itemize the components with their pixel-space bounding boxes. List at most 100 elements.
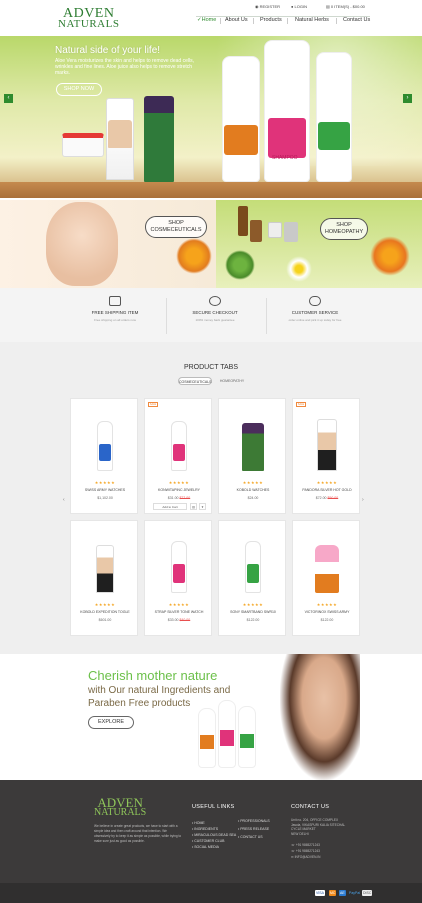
compare-icon[interactable]: ▥: [190, 503, 197, 510]
product-price: $1,102.00: [97, 496, 113, 500]
product-name[interactable]: PANDORA SILVER HOT GOLD: [293, 488, 361, 492]
bottle-label: [240, 734, 254, 748]
feature-customer-service: CUSTOMER SERVICE order online and pick it…: [265, 296, 365, 322]
slider-next-arrow[interactable]: ›: [403, 94, 412, 103]
flower-image: [176, 238, 212, 274]
footer-link-press-release[interactable]: • PRESS RELEASE: [238, 827, 269, 831]
tab-cosmeceuticals[interactable]: COSMECEUTICALS: [178, 377, 212, 385]
banner-title: Cherish mother nature: [88, 668, 218, 683]
shop-cosmeceuticals-label[interactable]: SHOP COSMECEUTICALS: [145, 216, 207, 238]
product-name[interactable]: SWISS ARMY WATCHES: [71, 488, 139, 492]
rating-stars: ★★★★★: [168, 602, 190, 607]
mastercard-icon: MC: [329, 890, 337, 896]
carousel-next-icon[interactable]: ›: [362, 497, 368, 503]
product-image[interactable]: [71, 399, 139, 477]
nav-about[interactable]: About Us: [225, 17, 248, 23]
footer-link-home[interactable]: • HOME: [192, 821, 205, 825]
nav-home[interactable]: ✓Home: [197, 17, 216, 23]
cart-link[interactable]: ▤ 0 ITEM(S) - $00.00: [326, 4, 365, 9]
product-label: [173, 564, 185, 583]
add-to-cart-button[interactable]: Add to Cart: [153, 503, 187, 510]
product-card[interactable]: SALE ★★★★★ KONWITAPINC JEWELRY $31.00 $72.0…: [144, 398, 212, 514]
rating-stars: ★★★★★: [242, 602, 264, 607]
rating-stars: ★★★★★: [242, 480, 264, 485]
product-card[interactable]: ★★★★★ SWISS ARMY WATCHES $1,102.00: [70, 398, 138, 514]
product-name[interactable]: STRAP SILVER TONE WATCH: [145, 610, 213, 614]
product-image[interactable]: [219, 521, 287, 599]
product-name[interactable]: KONWITAPINC JEWELRY: [145, 488, 213, 492]
product-card[interactable]: ★★★★★ KOBOLD WATCHES $24.00: [218, 398, 286, 514]
footer-link-social-media[interactable]: • SOCIAL MEDIA: [192, 845, 219, 849]
hero-title: Natural side of your life!: [55, 45, 161, 56]
slider-prev-arrow[interactable]: ‹: [4, 94, 13, 103]
rating-stars: ★★★★★: [94, 602, 116, 607]
woman-face-image: [46, 202, 118, 286]
product-card[interactable]: ★★★★★ STRAP SILVER TONE WATCH $33.00 $40.0…: [144, 520, 212, 636]
product-card[interactable]: ★★★★★ KOBOLD EXPEDITION TOGLE $601.00: [70, 520, 138, 636]
product-name[interactable]: VICTORINOX SWISS ARMY: [293, 610, 361, 614]
sale-badge: SALE: [148, 402, 158, 407]
sale-badge: SALE: [296, 402, 306, 407]
product-tube: [242, 423, 264, 471]
footer-about: We believe in create great products, we …: [94, 824, 182, 843]
wishlist-icon[interactable]: ♥: [199, 503, 206, 510]
product-card[interactable]: ★★★★★ SONY SMARTBAND SWR10 $122.00: [218, 520, 286, 636]
footer-link-dead-sea[interactable]: • MIRACULOUS DEAD SEA: [192, 833, 236, 837]
shampoo-bottle-image: [222, 56, 260, 182]
bottle-label: [268, 118, 306, 158]
cream-jar-image: [62, 133, 104, 157]
product-tube: [317, 419, 337, 471]
wood-surface: [0, 182, 422, 198]
discover-icon: DISC: [362, 890, 373, 896]
footer-email[interactable]: ✉ INFO@ADVEN.IN: [291, 855, 320, 860]
product-image[interactable]: [293, 521, 361, 599]
explore-button[interactable]: EXPLORE: [88, 716, 134, 729]
product-label: [99, 443, 111, 461]
nav-products[interactable]: Products: [260, 17, 282, 23]
shop-homeopathy-label[interactable]: SHOP HOMEOPATHY: [320, 218, 368, 240]
visa-icon: VISA: [315, 890, 325, 896]
product-price: $72.00 $90.00: [315, 496, 339, 500]
footer-link-ingredients[interactable]: • INGREDIENTS: [192, 827, 218, 831]
footer-phone: ☏ +91 9865271243: [291, 843, 320, 847]
product-image[interactable]: [293, 399, 361, 477]
product-price: $33.00 $40.00: [167, 618, 191, 622]
nav-contact[interactable]: Contact Us: [343, 17, 370, 23]
product-card[interactable]: ★★★★★ VICTORINOX SWISS ARMY $122.00: [292, 520, 360, 636]
footer-link-professionals[interactable]: • PROFESSIONALS: [238, 819, 270, 823]
carousel-prev-icon[interactable]: ‹: [63, 497, 69, 503]
product-tabs-title: PRODUCT TABS: [183, 364, 239, 371]
product-image[interactable]: [71, 521, 139, 599]
bottle-label: [224, 125, 258, 155]
shop-now-button[interactable]: SHOP NOW: [56, 83, 102, 96]
bottle-label: [318, 122, 350, 150]
tube-label-image: [108, 120, 132, 148]
flower-image: [370, 236, 410, 276]
register-link[interactable]: ◉ REGISTER: [255, 4, 280, 9]
tab-homeopathy[interactable]: HOMEOPATHY: [215, 377, 249, 385]
product-name[interactable]: SONY SMARTBAND SWR10: [219, 610, 287, 614]
amex-icon: AE: [339, 890, 346, 896]
feature-free-shipping: FREE SHIPPING ITEM Free shipping on all o…: [65, 296, 165, 322]
product-tube: [96, 545, 114, 593]
product-name[interactable]: KOBOLD WATCHES: [219, 488, 287, 492]
footer-link-contact-us[interactable]: • CONTACT US: [238, 835, 263, 839]
footer-logo[interactable]: ADVEN NATURALS: [94, 796, 146, 818]
footer-link-customer-club[interactable]: • CUSTOMER CLUB: [192, 839, 224, 843]
product-card[interactable]: SALE ★★★★★ PANDORA SILVER HOT GOLD $72.00 $…: [292, 398, 360, 514]
nav-separator: [253, 18, 254, 24]
product-price: $122.00: [320, 618, 334, 622]
product-name[interactable]: KOBOLD EXPEDITION TOGLE: [71, 610, 139, 614]
product-image[interactable]: [145, 399, 213, 477]
vial-image: [268, 222, 282, 238]
product-image[interactable]: [219, 399, 287, 477]
vial-image: [238, 206, 248, 236]
nav-natural-herbs[interactable]: Natural Herbs: [295, 17, 329, 23]
product-image[interactable]: [145, 521, 213, 599]
rating-stars: ★★★★★: [94, 480, 116, 485]
site-logo[interactable]: ADVEN NATURALS: [58, 7, 119, 30]
vial-image: [284, 222, 298, 242]
product-price: $122.00: [246, 618, 260, 622]
login-link[interactable]: ● LOGIN: [291, 4, 307, 9]
shampoo-bottle-image: [316, 52, 352, 182]
